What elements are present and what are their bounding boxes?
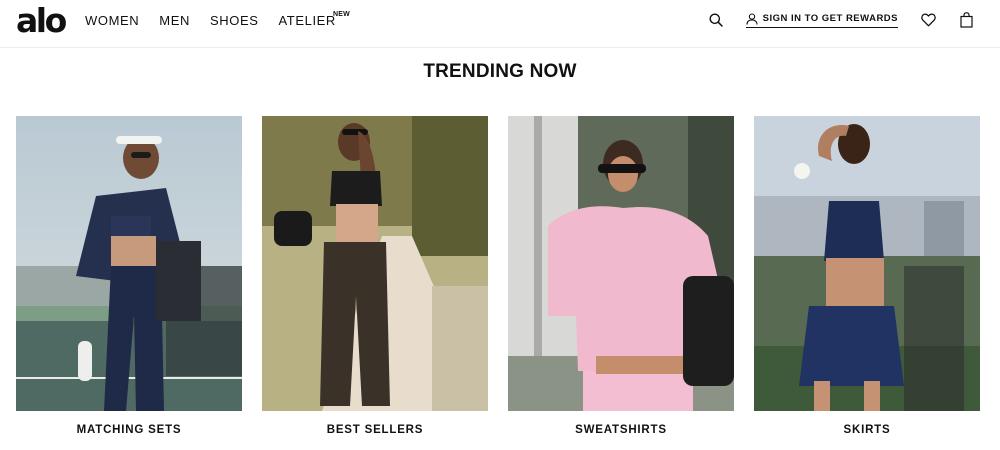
site-header: alo WOMEN MEN SHOES ATELIER NEW SIGN IN … (0, 0, 1000, 48)
search-icon (709, 13, 723, 27)
sign-in-label: SIGN IN TO GET REWARDS (762, 12, 898, 24)
card-label[interactable]: MATCHING SETS (16, 423, 242, 437)
category-card-best-sellers[interactable]: BEST SELLERS (262, 116, 488, 437)
section-title: TRENDING NOW (423, 61, 577, 82)
search-button[interactable] (706, 10, 726, 30)
nav-item-men[interactable]: MEN (159, 13, 190, 29)
nav-label: ATELIER (278, 13, 336, 28)
wishlist-button[interactable] (918, 10, 938, 30)
shopping-bag-button[interactable] (956, 10, 976, 30)
new-badge: NEW (332, 11, 350, 18)
nav-label: SHOES (209, 13, 259, 28)
nav-item-atelier[interactable]: ATELIER NEW (278, 11, 350, 29)
brand-logo[interactable]: alo (16, 2, 67, 40)
product-image[interactable] (262, 116, 488, 411)
product-image[interactable] (508, 116, 734, 411)
card-label[interactable]: SKIRTS (754, 423, 980, 437)
nav-label: WOMEN (85, 13, 140, 28)
sign-in-link[interactable]: SIGN IN TO GET REWARDS (745, 12, 898, 28)
header-actions: SIGN IN TO GET REWARDS (706, 10, 976, 30)
shopping-bag-icon (959, 12, 973, 28)
main-nav: WOMEN MEN SHOES ATELIER NEW (85, 11, 356, 29)
category-card-sweatshirts[interactable]: SWEATSHIRTS (508, 116, 734, 437)
heart-icon (920, 13, 936, 27)
product-image[interactable] (754, 116, 980, 411)
card-label[interactable]: SWEATSHIRTS (508, 423, 734, 437)
nav-item-women[interactable]: WOMEN (85, 13, 139, 29)
user-icon (746, 12, 758, 25)
category-card-matching-sets[interactable]: MATCHING SETS (16, 116, 242, 437)
category-card-skirts[interactable]: SKIRTS (754, 116, 980, 437)
nav-label: MEN (159, 13, 190, 28)
product-image[interactable] (16, 116, 242, 411)
card-label[interactable]: BEST SELLERS (262, 423, 488, 437)
nav-item-shoes[interactable]: SHOES (210, 13, 259, 29)
